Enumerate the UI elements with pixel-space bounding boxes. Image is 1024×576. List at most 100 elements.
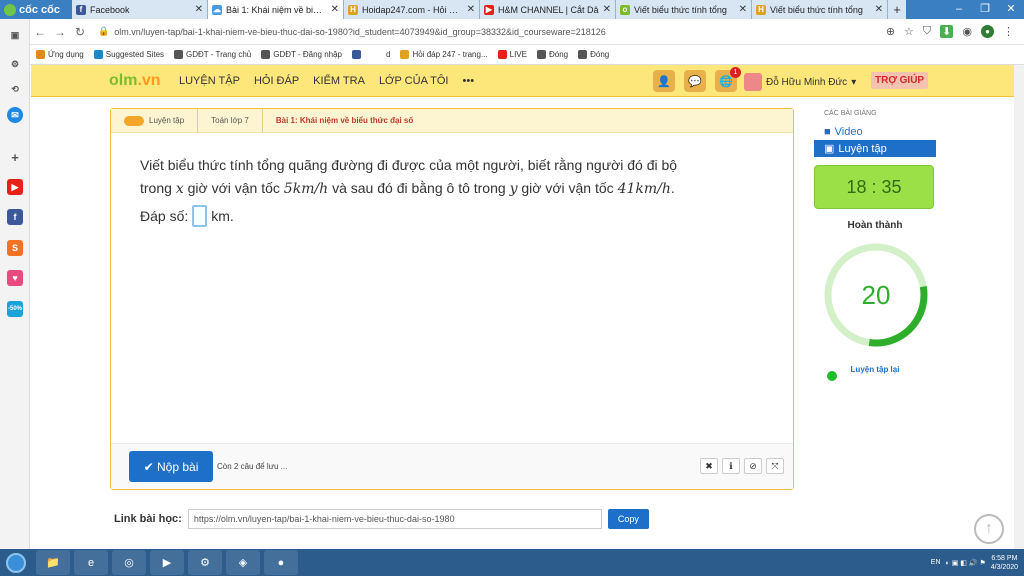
tab-close-icon[interactable]: ✕: [603, 4, 611, 15]
clock[interactable]: 6:58 PM 4/3/2020: [991, 554, 1018, 572]
browser-tab[interactable]: H Viết biểu thức tính tổng ✕: [752, 0, 888, 19]
browser-tab[interactable]: ▶ H&M CHANNEL | Cắt Dâ ✕: [480, 0, 616, 19]
tab-close-icon[interactable]: ✕: [467, 4, 475, 15]
tab-close-icon[interactable]: ✕: [195, 4, 203, 15]
bookmark-item[interactable]: Hỏi đáp 247 - trang...: [400, 50, 488, 59]
tab-label: Viết biểu thức tính tổng: [634, 4, 727, 15]
forward-icon[interactable]: →: [50, 25, 70, 39]
messenger-icon[interactable]: ✉: [7, 107, 23, 123]
language-indicator[interactable]: EN: [931, 559, 941, 566]
bookmark-icon: [536, 50, 546, 59]
bookmark-icon: [374, 50, 384, 59]
sidebar-item-practice[interactable]: ▣ Luyện tập: [814, 140, 936, 157]
nav-link[interactable]: HỎI ĐÁP: [254, 75, 299, 87]
clock-date: 4/3/2020: [990, 563, 1018, 571]
tray-icons[interactable]: ◐ ▣ ◧ 🔊 ⚑: [946, 559, 986, 567]
breadcrumb-practice[interactable]: Luyện tập: [111, 108, 199, 133]
explorer-icon[interactable]: 📁: [36, 550, 70, 575]
olm-logo[interactable]: olm.vn: [109, 72, 161, 90]
game-icon[interactable]: ◈: [226, 550, 260, 575]
bookmark-item[interactable]: Ứng dụng: [36, 50, 84, 59]
heart-icon[interactable]: ♥: [7, 270, 23, 286]
discount-icon[interactable]: -50%: [7, 301, 23, 317]
star-icon[interactable]: ☆: [904, 25, 914, 38]
breadcrumb-math7[interactable]: Toán lớp 7: [198, 108, 263, 133]
scroll-top-icon[interactable]: ↑: [974, 514, 1004, 544]
chrome-icon[interactable]: ◎: [112, 550, 146, 575]
close-window-icon[interactable]: ✕: [998, 0, 1024, 19]
page-scrollbar[interactable]: [1014, 65, 1024, 549]
bookmark-icon: [497, 50, 507, 59]
bookmark-item[interactable]: [352, 50, 364, 59]
add-friend-icon[interactable]: 👤: [653, 70, 675, 92]
ie-icon[interactable]: e: [74, 550, 108, 575]
chat-icon[interactable]: 💬: [684, 70, 706, 92]
bookmark-item[interactable]: d: [374, 50, 390, 59]
avatar: [744, 73, 762, 91]
block-icon[interactable]: ⊘: [744, 458, 762, 474]
settings-icon[interactable]: ⚙: [7, 56, 23, 72]
nav-link[interactable]: KIỂM TRA: [313, 75, 365, 87]
info-icon[interactable]: ℹ: [722, 458, 740, 474]
help-button[interactable]: TRỢ GIÚP: [871, 72, 929, 89]
zoom-icon[interactable]: ⊕: [886, 25, 895, 38]
add-icon[interactable]: +: [7, 149, 23, 165]
coccoc-taskbar-icon[interactable]: ●: [264, 550, 298, 575]
profile-icon[interactable]: ●: [981, 25, 994, 38]
tab-close-icon[interactable]: ✕: [331, 4, 339, 15]
browser-tab[interactable]: ☁ Bài 1: Khái niệm về biểu t ✕: [208, 0, 344, 19]
lesson-link-field[interactable]: https://olm.vn/luyen-tap/bai-1-khai-niem…: [187, 509, 602, 529]
bookmark-icon: [174, 50, 184, 59]
browser-tab[interactable]: H Hoidap247.com - Hỏi đáp ✕: [344, 0, 480, 19]
network-app-icon[interactable]: ⚙: [188, 550, 222, 575]
text-fragment: trong: [140, 180, 176, 196]
history-icon[interactable]: ⟲: [7, 81, 23, 97]
menu-icon[interactable]: ⋮: [1003, 25, 1014, 38]
download-icon[interactable]: ⬇: [940, 25, 954, 38]
sidebar-item-video[interactable]: ■ Video: [814, 123, 936, 140]
tab-close-icon[interactable]: ✕: [875, 4, 883, 15]
bookmark-item[interactable]: GDĐT - Trang chủ: [174, 50, 251, 59]
sidebar-panel-icon[interactable]: ▣: [7, 27, 23, 43]
card-footer: ✔ Nộp bài Còn 2 câu để lưu ... ✖ ℹ ⊘ ⤧: [111, 443, 793, 489]
breadcrumb-label: Toán lớp 7: [211, 116, 249, 125]
fullscreen-icon[interactable]: ⤧: [766, 458, 784, 474]
bookmark-item[interactable]: GDĐT - Đăng nhập: [261, 50, 342, 59]
youtube-icon[interactable]: ▶: [7, 179, 23, 195]
nav-link[interactable]: LUYỆN TẬP: [179, 75, 240, 87]
facebook-icon[interactable]: f: [7, 209, 23, 225]
shopee-icon[interactable]: S: [7, 240, 23, 256]
url-field[interactable]: 🔒 olm.vn/luyen-tap/bai-1-khai-niem-ve-bi…: [98, 23, 858, 41]
answer-input[interactable]: [192, 205, 208, 227]
coccoc-brand[interactable]: cốc cốc: [0, 0, 72, 19]
back-icon[interactable]: ←: [30, 25, 50, 39]
user-menu[interactable]: Đỗ Hữu Minh Đức ▾: [744, 73, 856, 91]
tab-close-icon[interactable]: ✕: [739, 4, 747, 15]
tab-label: Bài 1: Khái niệm về biểu t: [226, 4, 327, 15]
bookmark-icon: [352, 50, 362, 59]
windows-taskbar: 📁 e ◎ ▶ ⚙ ◈ ● EN ◐ ▣ ◧ 🔊 ⚑ 6:58 PM 4/3/2…: [0, 549, 1024, 576]
windows-icon: [6, 552, 26, 573]
browser-tab[interactable]: o Viết biểu thức tính tổng ✕: [616, 0, 752, 19]
bookmark-item[interactable]: Đóng: [536, 50, 568, 59]
media-player-icon[interactable]: ▶: [150, 550, 184, 575]
countdown-timer: 18 : 35: [814, 165, 934, 209]
extension-icon[interactable]: ◉: [962, 25, 972, 38]
start-button[interactable]: [0, 550, 32, 576]
bookmark-item[interactable]: Suggested Sites: [93, 50, 164, 59]
bookmark-item[interactable]: LIVE: [497, 50, 527, 59]
copy-button[interactable]: Copy: [607, 509, 649, 529]
shield-icon[interactable]: ⛉: [923, 25, 931, 38]
reload-icon[interactable]: ↻: [70, 25, 90, 39]
bookmark-item[interactable]: Đóng: [578, 50, 609, 59]
maximize-icon[interactable]: ❐: [972, 0, 998, 19]
address-bar: ← → ↻ 🔒 olm.vn/luyen-tap/bai-1-khai-niem…: [0, 19, 1024, 45]
minimize-icon[interactable]: –: [946, 0, 972, 19]
nav-link[interactable]: •••: [463, 75, 475, 87]
browser-tab[interactable]: f Facebook ✕: [72, 0, 208, 19]
submit-button[interactable]: ✔ Nộp bài: [129, 451, 213, 482]
new-tab-button[interactable]: +: [888, 0, 906, 19]
notification-icon[interactable]: 🌐 1: [715, 67, 741, 92]
nav-link[interactable]: LỚP CỦA TÔI: [379, 75, 449, 87]
close-icon[interactable]: ✖: [700, 458, 718, 474]
